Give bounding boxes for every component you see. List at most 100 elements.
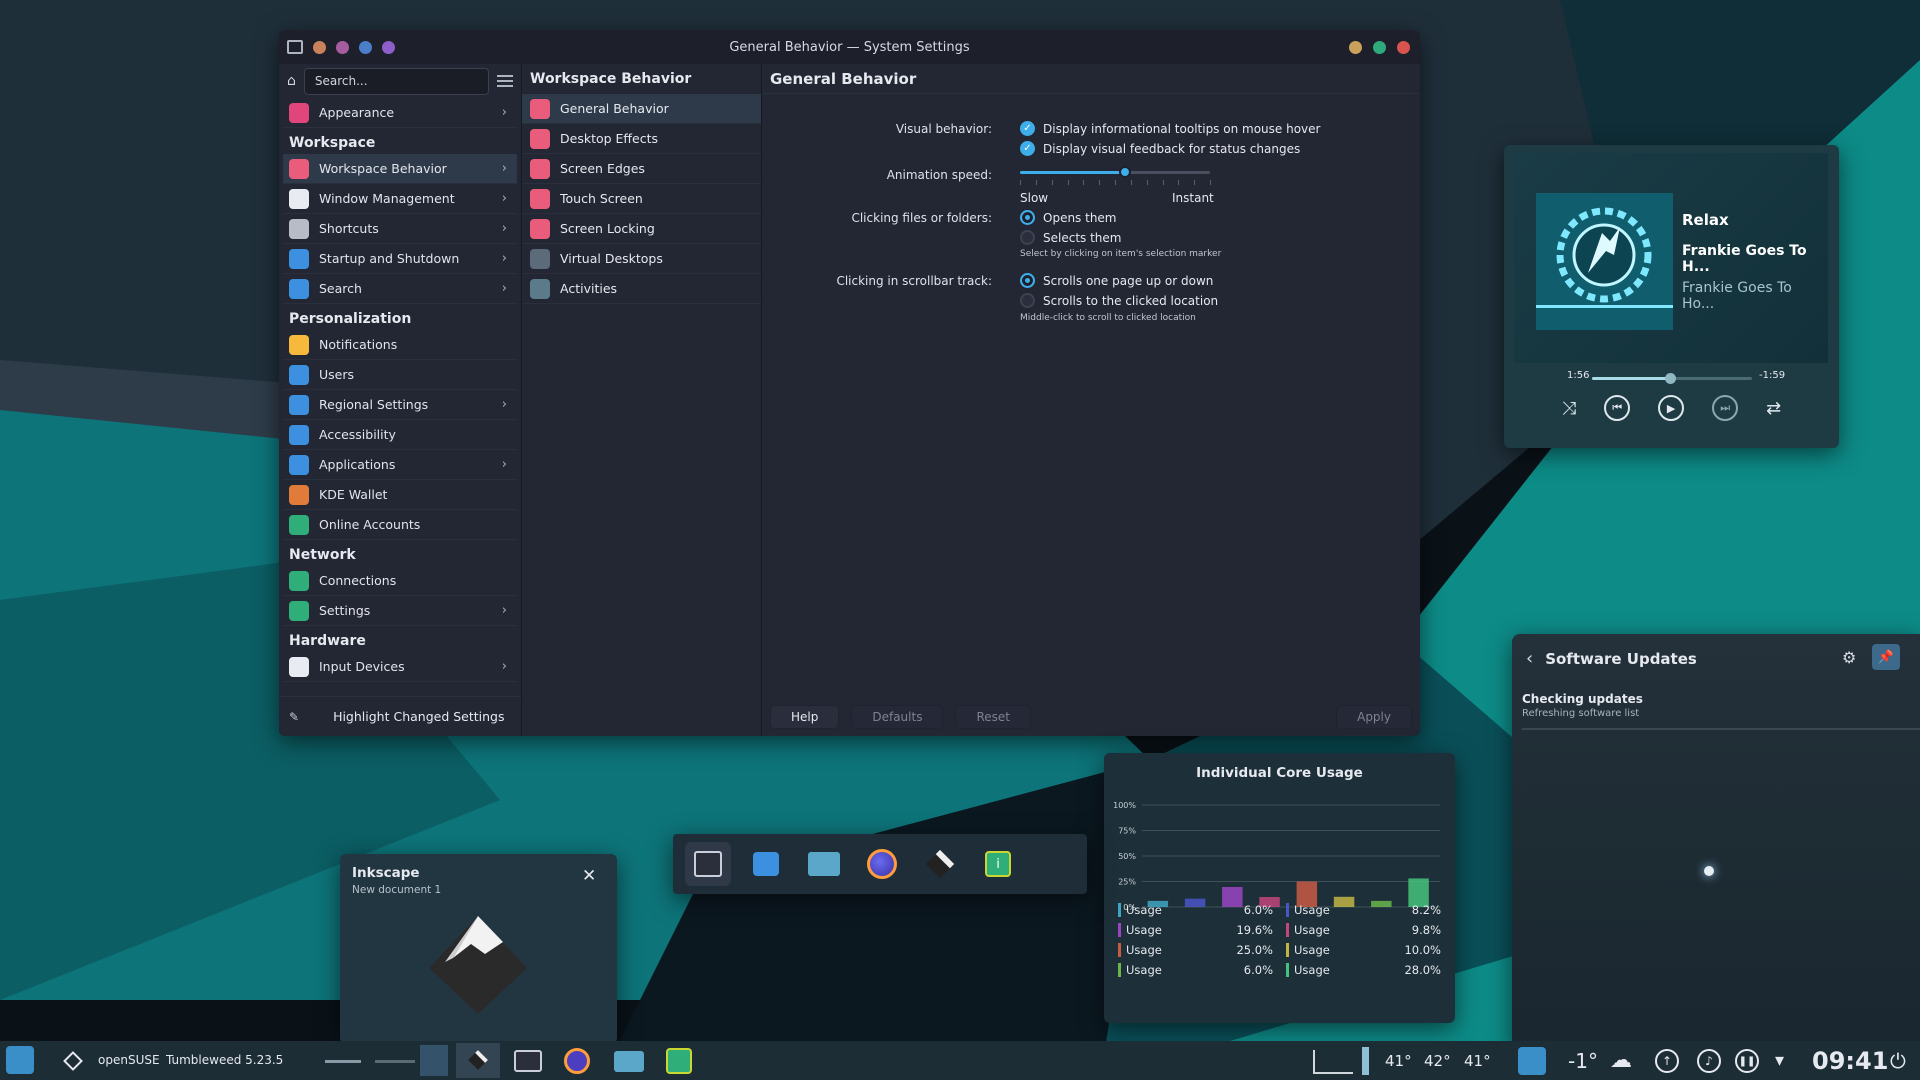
update-substatus: Refreshing software list	[1522, 708, 1640, 719]
pager-desktop-1[interactable]	[325, 1060, 361, 1063]
pager-desktop-2[interactable]	[375, 1060, 415, 1063]
page-title: General Behavior	[762, 64, 1420, 94]
pin-icon[interactable]: 📌	[1872, 644, 1900, 670]
subpanel-item-label: Screen Edges	[560, 161, 645, 176]
close-icon[interactable]: ✕	[582, 866, 596, 886]
sidebar-item-regional-settings[interactable]: Regional Settings ›	[283, 390, 517, 420]
updates-tray-icon[interactable]: ↑	[1655, 1049, 1679, 1073]
media-tray-icon[interactable]: ♪	[1697, 1049, 1721, 1073]
keep-above-button[interactable]	[313, 40, 326, 54]
sidebar-item-workspace-behavior[interactable]: Workspace Behavior ›	[283, 154, 517, 184]
sidebar-item-appearance[interactable]: Appearance ›	[283, 98, 517, 128]
sidebar-item-startup-and-shutdown[interactable]: Startup and Shutdown ›	[283, 244, 517, 274]
sidebar-item-notifications[interactable]: Notifications	[283, 330, 517, 360]
legend-label: Usage	[1126, 923, 1162, 937]
legend-value: 10.0%	[1404, 943, 1441, 957]
subpanel-item-touch-screen[interactable]: Touch Screen	[522, 184, 761, 214]
app-menu-icon[interactable]	[287, 40, 303, 54]
help-button[interactable]: Help	[770, 705, 840, 729]
subpanel-item-activities[interactable]: Activities	[522, 274, 761, 304]
subpanel-item-desktop-effects[interactable]: Desktop Effects	[522, 124, 761, 154]
inkscape-icon[interactable]	[917, 842, 963, 886]
configure-icon[interactable]: ⚙	[1842, 648, 1856, 667]
kde-wallet-tray-icon[interactable]	[1518, 1047, 1546, 1075]
subpanel-item-screen-locking[interactable]: Screen Locking	[522, 214, 761, 244]
shuffle-icon[interactable]: ⤨	[1562, 398, 1576, 419]
power-icon[interactable]: ⏻	[1890, 1049, 1906, 1073]
legend-label: Usage	[1126, 903, 1162, 917]
task-info-center[interactable]	[666, 1048, 692, 1074]
application-launcher-icon[interactable]	[6, 1046, 34, 1074]
sidebar-item-input-devices[interactable]: Input Devices ›	[283, 652, 517, 682]
media-player-widget: Relax Frankie Goes To H... Frankie Goes …	[1504, 145, 1839, 448]
settings-sidebar: ⌂ Search... Appearance › Workspace Workspac…	[279, 64, 522, 736]
minimize-button[interactable]	[1349, 40, 1362, 54]
folder-icon[interactable]	[801, 842, 847, 886]
previous-track-icon[interactable]: ⏮	[1604, 395, 1631, 421]
virtual-desktops-icon	[530, 248, 550, 269]
info-center-icon[interactable]: i	[975, 842, 1021, 886]
seek-slider[interactable]	[1592, 373, 1752, 384]
subpanel-item-virtual-desktops[interactable]: Virtual Desktops	[522, 244, 761, 274]
on-all-desktops-button[interactable]	[336, 40, 349, 54]
inkscape-title: Inkscape	[352, 865, 420, 881]
pause-tray-icon[interactable]: ❚❚	[1735, 1049, 1759, 1073]
status-feedback-checkbox[interactable]: ✓ Display visual feedback for status cha…	[1020, 141, 1300, 156]
slider-handle[interactable]	[1118, 166, 1131, 178]
scroll-page-radio[interactable]: Scrolls one page up or down	[1020, 273, 1213, 288]
search-icon	[289, 278, 309, 299]
sidebar-item-window-management[interactable]: Window Management ›	[283, 184, 517, 214]
sidebar-item-connections[interactable]: Connections	[283, 566, 517, 596]
task-firefox[interactable]	[564, 1048, 590, 1074]
sidebar-item-users[interactable]: Users	[283, 360, 517, 390]
discover-icon[interactable]	[743, 842, 789, 886]
home-icon[interactable]: ⌂	[287, 73, 296, 89]
animation-speed-slider[interactable]	[1020, 164, 1211, 190]
hamburger-menu-icon[interactable]	[497, 74, 513, 88]
pager-desktop-3[interactable]	[420, 1045, 448, 1076]
cloud-icon[interactable]: ☁	[1610, 1048, 1632, 1073]
search-input[interactable]: Search...	[303, 67, 489, 95]
sidebar-item-applications[interactable]: Applications ›	[283, 450, 517, 480]
opens-them-radio[interactable]: Opens them	[1020, 210, 1117, 225]
software-updates-widget: ‹ Software Updates ⚙ 📌 Checking updates …	[1512, 634, 1920, 1050]
settings-icon[interactable]	[685, 842, 731, 886]
tooltips-checkbox[interactable]: ✓ Display informational tooltips on mous…	[1020, 121, 1320, 136]
task-file-manager[interactable]	[614, 1051, 644, 1072]
highlight-changed-settings-button[interactable]: ✎ Highlight Changed Settings	[279, 696, 521, 736]
defaults-button[interactable]: Defaults	[851, 705, 944, 729]
network-tray-icon[interactable]: ▾	[1775, 1050, 1784, 1071]
seek-handle[interactable]	[1665, 373, 1677, 384]
help-button[interactable]	[382, 40, 395, 54]
subpanel-item-general-behavior[interactable]: General Behavior	[522, 94, 761, 124]
legend-value: 6.0%	[1243, 963, 1273, 977]
system-settings-window: General Behavior — System Settings ⌂ Sea…	[279, 30, 1420, 736]
maximize-button[interactable]	[1373, 40, 1386, 54]
back-arrow-icon[interactable]: ‹	[1526, 648, 1533, 669]
sidebar-item-search[interactable]: Search ›	[283, 274, 517, 304]
sidebar-item-accessibility[interactable]: Accessibility	[283, 420, 517, 450]
close-button[interactable]	[1397, 40, 1410, 54]
subpanel-item-screen-edges[interactable]: Screen Edges	[522, 154, 761, 184]
notifications-icon	[289, 334, 309, 355]
sidebar-item-shortcuts[interactable]: Shortcuts ›	[283, 214, 517, 244]
apply-button[interactable]: Apply	[1336, 705, 1412, 729]
play-icon[interactable]: ▶	[1658, 395, 1685, 421]
sidebar-item-settings[interactable]: Settings ›	[283, 596, 517, 626]
sidebar-category: Workspace	[289, 135, 376, 151]
scroll-clicked-radio[interactable]: Scrolls to the clicked location	[1020, 293, 1218, 308]
sidebar-item-online-accounts[interactable]: Online Accounts	[283, 510, 517, 540]
legend-value: 19.6%	[1236, 923, 1273, 937]
next-track-icon[interactable]: ⏭	[1712, 395, 1739, 421]
system-monitor-icon[interactable]	[1313, 1050, 1353, 1074]
task-system-settings[interactable]	[514, 1050, 542, 1072]
repeat-icon[interactable]: ⇄	[1766, 398, 1781, 419]
shade-button[interactable]	[359, 40, 372, 54]
sidebar-item-kde-wallet[interactable]: KDE Wallet	[283, 480, 517, 510]
y-tick-label: 25%	[1118, 878, 1136, 887]
reset-button[interactable]: Reset	[955, 705, 1031, 729]
chevron-right-icon: ›	[501, 457, 507, 472]
firefox-icon[interactable]	[859, 842, 905, 886]
selects-them-radio[interactable]: Selects them	[1020, 230, 1121, 245]
sidebar-item-label: Applications	[319, 457, 396, 472]
